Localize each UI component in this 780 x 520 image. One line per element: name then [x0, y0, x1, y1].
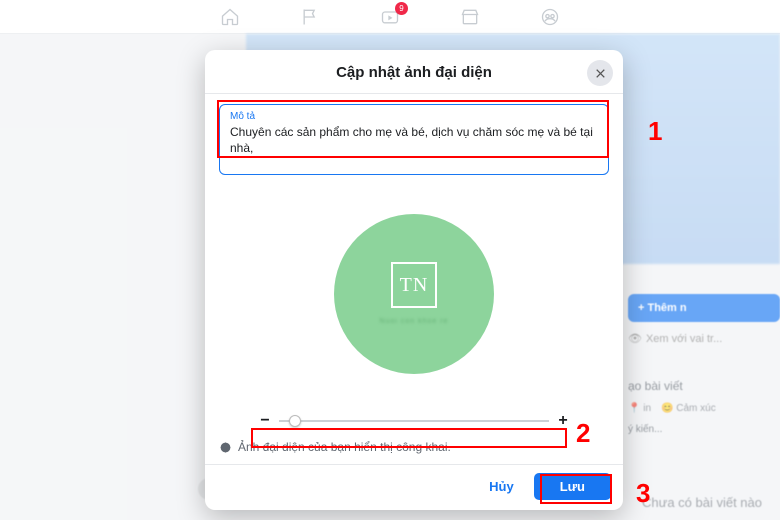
home-icon[interactable] [220, 7, 240, 27]
cancel-button[interactable]: Hủy [477, 473, 526, 500]
visibility-text: Ảnh đại diện của bạn hiển thị công khai. [238, 440, 451, 454]
close-icon [594, 67, 607, 80]
logo-text: TN [400, 274, 429, 297]
modal-title: Cập nhật ảnh đại diện [205, 64, 623, 81]
top-nav: 9 [0, 0, 780, 34]
avatar-circle[interactable]: TN Nuoi con khoe re [334, 214, 494, 374]
description-field[interactable]: Mô tả Chuyên các sản phẩm cho mẹ và bé, … [219, 104, 609, 175]
market-icon[interactable] [460, 7, 480, 27]
logo-sub: Nuoi con khoe re [380, 318, 449, 325]
modal-body: Mô tả Chuyên các sản phẩm cho mẹ và bé, … [205, 94, 623, 434]
watch-badge: 9 [395, 2, 408, 15]
annotation-3: 3 [636, 478, 650, 509]
flag-icon[interactable] [300, 7, 320, 27]
slider-track [279, 420, 549, 422]
description-input[interactable]: Chuyên các sản phẩm cho mẹ và bé, dịch v… [230, 124, 598, 156]
groups-icon[interactable] [540, 7, 560, 27]
close-button[interactable] [587, 60, 613, 86]
modal-footer: Hủy Lưu [205, 465, 623, 510]
globe-icon [219, 441, 232, 454]
slider-thumb[interactable] [289, 415, 301, 427]
description-label: Mô tả [230, 111, 598, 122]
watch-icon[interactable]: 9 [380, 7, 400, 27]
zoom-out-button[interactable]: − [259, 412, 271, 430]
zoom-in-button[interactable]: + [557, 412, 569, 430]
zoom-slider-row: − + [219, 412, 609, 434]
avatar-preview: TN Nuoi con khoe re [219, 175, 609, 412]
modal-header: Cập nhật ảnh đại diện [205, 50, 623, 94]
save-button[interactable]: Lưu [534, 473, 611, 500]
annotation-2: 2 [576, 418, 590, 449]
logo-box: TN [391, 262, 437, 308]
update-avatar-modal: Cập nhật ảnh đại diện Mô tả Chuyên các s… [205, 50, 623, 510]
annotation-1: 1 [648, 116, 662, 147]
visibility-row: Ảnh đại diện của bạn hiển thị công khai. [205, 434, 623, 465]
zoom-slider[interactable] [279, 414, 549, 428]
